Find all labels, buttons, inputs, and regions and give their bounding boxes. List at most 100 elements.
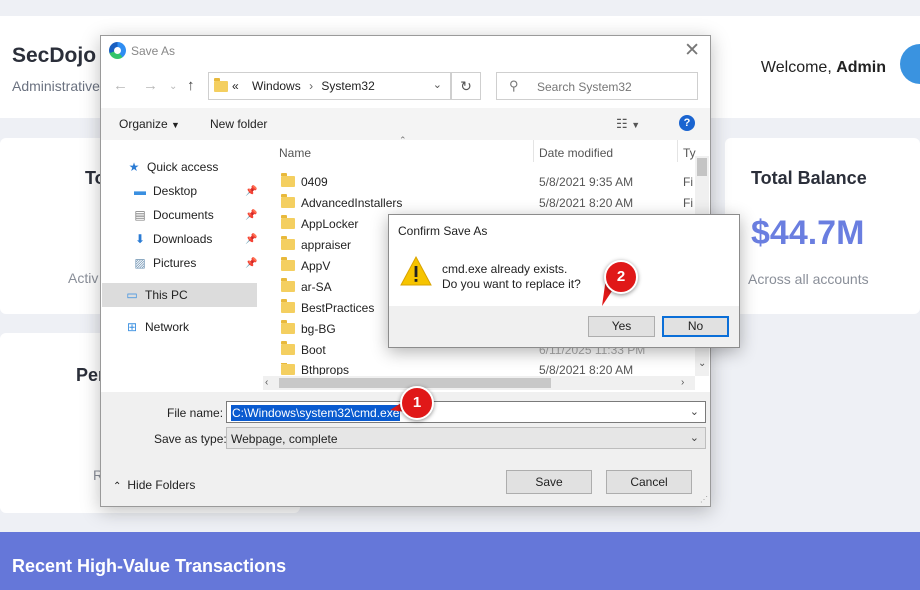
search-input[interactable]: ⚲ Search System32 [496,72,698,100]
breadcrumb-windows[interactable]: Windows [252,79,301,93]
banner-title: Recent High-Value Transactions [12,556,287,576]
pin-icon[interactable]: 📌 [245,258,257,269]
yes-button[interactable]: Yes [588,316,655,337]
nav-item-label: Downloads [153,232,213,246]
chevron-down-icon[interactable]: ⌄ [690,405,699,418]
file-row[interactable]: Bthprops [281,363,349,375]
nav-item-quick-access[interactable]: ★ Quick access [127,160,219,174]
computer-icon: ▭ [126,288,138,302]
file-name: ar-SA [301,280,332,294]
chevron-down-icon[interactable]: ⌄ [690,431,699,444]
brand-subtitle: Administrative [12,78,100,94]
welcome-text: Welcome, Admin [761,59,886,77]
card-subtitle: Activ [68,270,99,286]
help-icon[interactable]: ? [679,115,695,131]
save-button[interactable]: Save [506,470,592,494]
nav-item-desktop[interactable]: ▬ Desktop [133,184,197,198]
desktop-icon: ▬ [134,184,146,198]
forward-arrow-icon[interactable]: → [143,77,158,94]
save-as-type-value: Webpage, complete [231,432,338,446]
search-icon: ⚲ [509,78,519,93]
cancel-button[interactable]: Cancel [606,470,692,494]
column-header-name[interactable]: Name [279,146,311,160]
refresh-icon: ↻ [460,78,472,94]
hide-folders-button[interactable]: ⌃ Hide Folders [113,478,195,492]
file-name: AppLocker [301,217,359,231]
column-divider[interactable] [533,140,534,162]
resize-grip-icon[interactable]: ⋰ [700,495,708,504]
breadcrumb-overflow[interactable]: « [232,79,239,93]
file-row[interactable]: AdvancedInstallers [281,194,403,210]
stat-card-total: To Activ [0,138,110,314]
scroll-left-icon[interactable]: ‹ [265,377,268,388]
file-type: Fi [683,196,693,210]
file-name: Boot [301,343,326,357]
folder-icon [281,257,295,271]
confirm-title: Confirm Save As [398,224,488,238]
new-folder-button[interactable]: New folder [210,117,267,131]
file-name: AdvancedInstallers [301,196,403,210]
file-type: Fi [683,175,693,189]
file-name: appraiser [301,238,352,252]
welcome-user: Admin [836,59,886,76]
pin-icon[interactable]: 📌 [245,210,257,221]
file-row[interactable]: Boot [281,341,326,357]
column-divider[interactable] [677,140,678,162]
file-name: 0409 [301,175,328,189]
card-subtitle: Across all accounts [748,271,869,287]
refresh-button[interactable]: ↻ [451,72,481,100]
nav-item-label: Desktop [153,184,198,198]
file-row[interactable]: appraiser [281,236,352,252]
back-arrow-icon[interactable]: ← [113,77,128,94]
confirm-message-line1: cmd.exe already exists. [442,262,568,276]
no-button[interactable]: No [662,316,729,337]
recent-dropdown-icon[interactable]: ⌄ [169,81,177,92]
folder-icon [214,78,228,92]
folder-icon [281,299,295,313]
column-header-date[interactable]: Date modified [539,146,613,160]
organize-label: Organize [119,117,168,131]
stat-card-balance: Total Balance $44.7M Across all accounts [725,138,920,314]
up-arrow-icon[interactable]: ↑ [187,77,195,94]
view-options-icon[interactable]: ☷ ▼ [616,116,640,132]
sort-ascending-icon: ⌃ [399,135,407,145]
file-row[interactable]: ar-SA [281,278,332,294]
save-as-type-select[interactable]: Webpage, complete ⌄ [226,427,706,449]
nav-item-downloads[interactable]: ⬇ Downloads [133,232,212,246]
column-header-type[interactable]: Ty [683,146,696,160]
step-badge-1: 1 [400,386,434,420]
download-icon: ⬇ [134,232,146,246]
save-as-type-label: Save as type: [154,432,227,446]
pin-icon[interactable]: 📌 [245,186,257,197]
file-date: 5/8/2021 8:20 AM [539,196,634,210]
file-row[interactable]: 0409 [281,173,328,189]
file-row[interactable]: AppV [281,257,330,273]
nav-item-this-pc[interactable]: ▭ This PC [125,288,187,302]
edge-icon [109,42,126,59]
chevron-down-icon[interactable]: ⌄ [433,78,442,91]
pin-icon[interactable]: 📌 [245,234,257,245]
file-date: 5/8/2021 9:35 AM [539,175,634,189]
file-row[interactable]: bg-BG [281,320,336,336]
file-name: bg-BG [301,322,336,336]
address-bar[interactable]: « Windows › System32 ⌄ [208,72,451,100]
confirm-save-as-dialog: Confirm Save As cmd.exe already exists. … [388,214,740,348]
nav-item-pictures[interactable]: ▨ Pictures [133,256,196,270]
scroll-right-icon[interactable]: › [681,377,684,388]
file-name-input[interactable]: C:\Windows\system32\cmd.exe ⌄ [226,401,706,423]
file-row[interactable]: BestPractices [281,299,374,315]
search-placeholder: Search System32 [537,80,632,94]
close-icon[interactable]: ✕ [684,39,700,62]
folder-icon [281,194,295,208]
organize-button[interactable]: Organize ▼ [119,117,180,131]
warning-icon [400,255,432,286]
folder-icon [281,236,295,250]
nav-item-network[interactable]: ⊞ Network [125,320,189,334]
file-row[interactable]: AppLocker [281,215,359,231]
nav-item-documents[interactable]: ▤ Documents [133,208,213,222]
scrollbar-thumb[interactable] [697,158,707,176]
scroll-down-icon[interactable]: ⌄ [698,358,706,369]
card-value: $44.7M [751,214,865,252]
folder-icon [281,215,295,229]
breadcrumb-system32[interactable]: System32 [321,79,374,93]
